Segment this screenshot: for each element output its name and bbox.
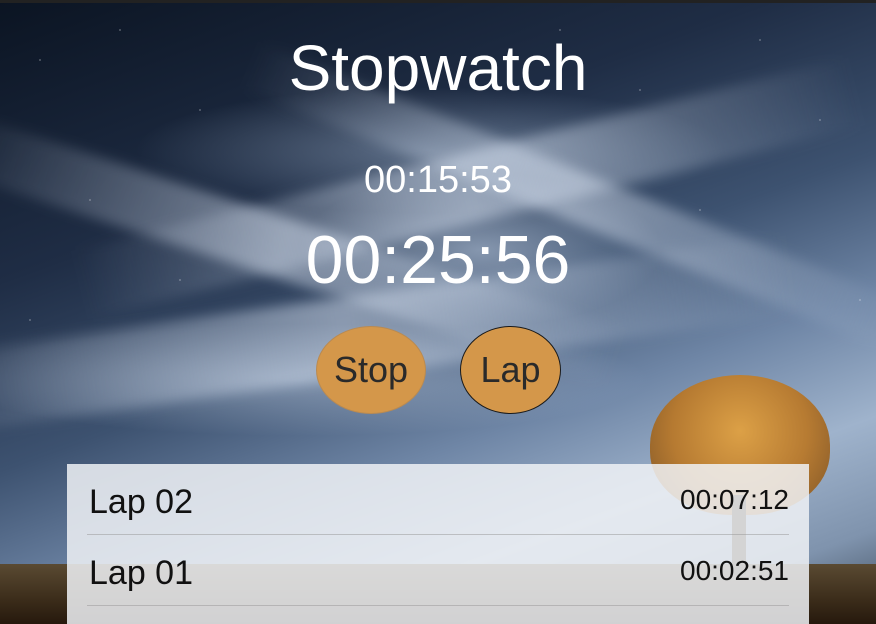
lap-time: 00:02:51 [680, 555, 789, 586]
lap-label: Lap 02 [89, 483, 193, 521]
lap-time: 00:07:12 [680, 484, 789, 515]
total-elapsed-time: 00:25:56 [305, 222, 571, 298]
lap-button[interactable]: Lap [460, 326, 561, 414]
lap-list: Lap 02 00:07:12 Lap 01 00:02:51 [67, 464, 809, 624]
list-item: Lap 01 00:02:51 [87, 535, 789, 606]
stopwatch-app: Stopwatch 00:15:53 00:25:56 Stop Lap Lap… [0, 0, 876, 624]
page-title: Stopwatch [288, 32, 588, 104]
lap-label: Lap 01 [89, 554, 193, 592]
current-lap-time: 00:15:53 [364, 159, 512, 201]
stop-button[interactable]: Stop [316, 326, 426, 414]
list-item: Lap 02 00:07:12 [87, 464, 789, 535]
